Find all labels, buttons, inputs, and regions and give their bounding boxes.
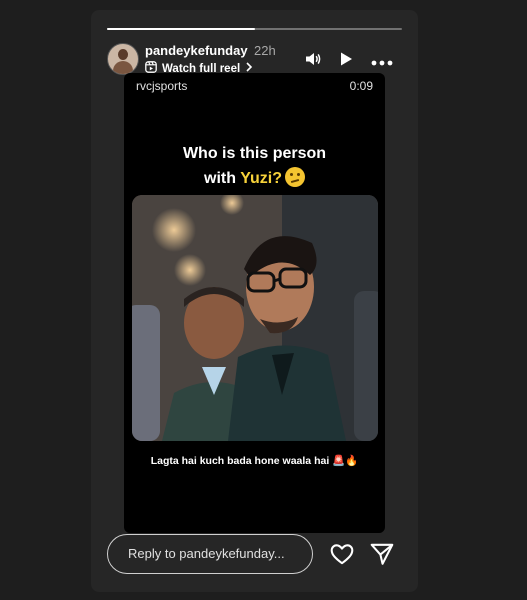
heart-icon <box>329 544 355 571</box>
headline-highlight: Yuzi? <box>240 170 282 187</box>
video-headline: Who is this person with Yuzi? <box>124 141 385 191</box>
share-button[interactable] <box>369 541 395 572</box>
headline-line-1: Who is this person <box>182 145 327 162</box>
more-options-button[interactable] <box>371 54 393 72</box>
post-time: 22h <box>254 43 276 58</box>
mute-button[interactable] <box>304 50 322 73</box>
video-duration: 0:09 <box>349 79 373 93</box>
thinking-face-icon <box>284 167 305 187</box>
avatar[interactable] <box>107 43 139 75</box>
more-options-icon <box>371 54 393 71</box>
headline-prefix: with <box>204 170 241 187</box>
play-icon <box>337 52 355 72</box>
username[interactable]: pandeykefunday <box>145 43 248 58</box>
video-caption: Lagta hai kuch bada hone waala hai 🚨🔥 <box>150 455 359 467</box>
like-button[interactable] <box>329 541 355 572</box>
play-button[interactable] <box>337 50 355 73</box>
story-viewer: pandeykefunday 22h Watch full reel rvcjs… <box>91 10 418 592</box>
story-progress-bar <box>107 28 402 30</box>
story-progress-fill <box>107 28 255 30</box>
reply-input[interactable]: Reply to pandeykefunday... <box>107 534 313 574</box>
video-source: rvcjsports <box>136 79 188 93</box>
speaker-icon <box>304 53 322 72</box>
send-icon <box>369 543 395 571</box>
headline-line-2: with Yuzi? <box>124 166 385 191</box>
story-video[interactable]: rvcjsports 0:09 Who is this person with … <box>124 73 385 533</box>
video-frame-image <box>132 195 378 441</box>
